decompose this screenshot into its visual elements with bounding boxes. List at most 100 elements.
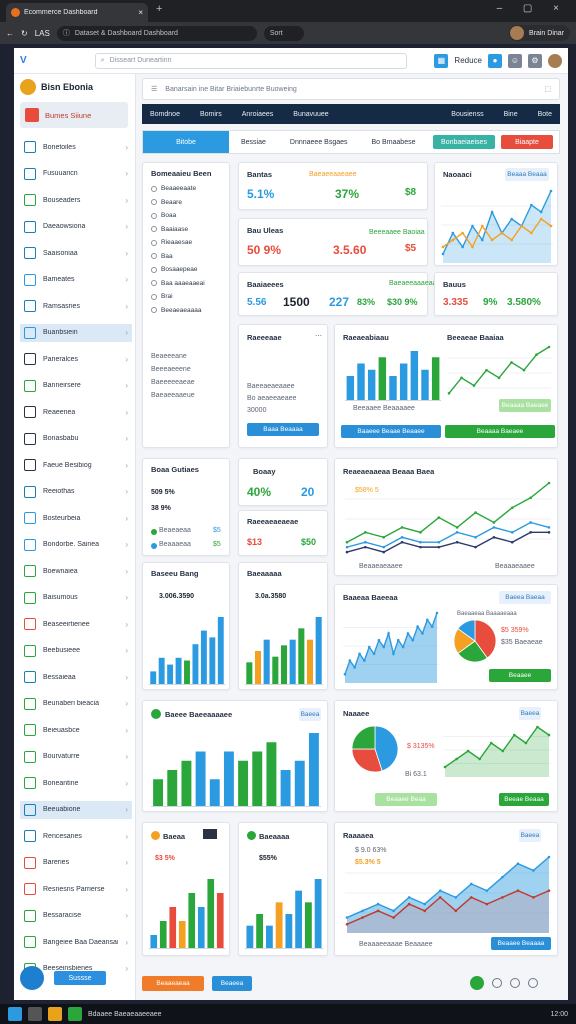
sidebar-item[interactable]: Boewnaiea › bbox=[20, 562, 132, 580]
blue-footer-button[interactable]: Beaeea bbox=[212, 976, 252, 991]
reload-icon[interactable]: ↻ bbox=[21, 29, 28, 38]
avatar[interactable] bbox=[548, 53, 562, 68]
sidebar-item[interactable]: Beeuabione › bbox=[20, 800, 132, 819]
list-item[interactable]: Beaaeeaate bbox=[151, 185, 196, 192]
green-button[interactable]: Beaaee bbox=[489, 669, 551, 682]
dropdown-button[interactable]: Baaeee Beaae Beaaee bbox=[341, 425, 441, 438]
app-search-input[interactable]: ⌕ Disseart Duneartinn bbox=[94, 52, 407, 69]
sidebar-item[interactable]: Beunaberi bieacia › bbox=[20, 695, 132, 713]
radio-icon[interactable] bbox=[151, 253, 157, 259]
blue-button[interactable]: Beaaee Beaaaa bbox=[491, 937, 551, 950]
list-item[interactable]: Boaa bbox=[151, 212, 176, 219]
sidebar-item[interactable]: Banneirsere › bbox=[20, 377, 132, 395]
period-selector[interactable]: Beaaa Beaaa bbox=[505, 168, 549, 181]
nav-right-item[interactable]: Bote bbox=[538, 111, 552, 118]
list-item[interactable]: Beeaeaeaaaa bbox=[151, 307, 202, 314]
calendar-icon[interactable] bbox=[203, 829, 217, 839]
sidebar-item[interactable]: Bessaracise › bbox=[20, 907, 132, 925]
settings-icon[interactable] bbox=[528, 978, 538, 988]
sidebar-item[interactable]: Bonetoiles › bbox=[20, 138, 132, 156]
sidebar-item[interactable]: Bameates › bbox=[20, 271, 132, 289]
nav-item[interactable]: Bomirs bbox=[200, 111, 222, 118]
sidebar-item[interactable]: Bonasbabu › bbox=[20, 430, 132, 448]
light-button[interactable]: Beaaee Beaa bbox=[375, 793, 437, 806]
sidebar-item[interactable]: Bouseaders › bbox=[20, 191, 132, 209]
sidebar-item[interactable]: Daeaowsiona › bbox=[20, 218, 132, 236]
sidebar-item[interactable]: Bessaieaa › bbox=[20, 668, 132, 686]
radio-icon[interactable] bbox=[151, 212, 157, 219]
list-item[interactable]: Brai bbox=[151, 293, 173, 300]
radio-icon[interactable] bbox=[151, 239, 157, 246]
sidebar-item[interactable]: Beieuasbce › bbox=[20, 721, 132, 739]
radio-icon[interactable] bbox=[151, 185, 157, 192]
sidebar-item[interactable]: Bosteurbeia › bbox=[20, 509, 132, 527]
nav-item[interactable]: Bunavuuee bbox=[293, 111, 328, 118]
browser-icon[interactable] bbox=[68, 1007, 82, 1021]
help-icon[interactable] bbox=[492, 978, 502, 988]
back-icon[interactable]: ← bbox=[6, 29, 14, 38]
chat-icon[interactable] bbox=[470, 976, 484, 990]
tab[interactable]: Dnnnaeee Bsgaes bbox=[278, 139, 360, 146]
sidebar-item[interactable]: Faeue Besibiog › bbox=[20, 456, 132, 474]
sidebar-item[interactable]: Beaseeirtienee › bbox=[20, 615, 132, 633]
period-selector[interactable]: Baeea bbox=[519, 829, 541, 842]
sidebar-item[interactable]: Fusuuaricn › bbox=[20, 165, 132, 183]
expand-icon[interactable]: ⬚ bbox=[544, 85, 551, 93]
secondary-field[interactable]: Sort bbox=[263, 25, 304, 41]
new-tab-icon[interactable]: + bbox=[156, 3, 162, 15]
list-item[interactable]: Baa bbox=[151, 253, 173, 260]
start-icon[interactable] bbox=[8, 1007, 22, 1021]
top-right-label[interactable]: Reduce bbox=[454, 56, 482, 65]
list-item[interactable]: Baa aaaeaaeai bbox=[151, 280, 205, 287]
sidebar-action-button[interactable]: Sussse bbox=[54, 971, 106, 985]
help-icon[interactable] bbox=[20, 966, 44, 990]
list-item[interactable]: Rieaaesae bbox=[151, 239, 192, 246]
sidebar-item[interactable]: Beebusieee › bbox=[20, 642, 132, 660]
green-button[interactable]: Beeae Beaaa bbox=[499, 793, 549, 806]
sidebar-item[interactable]: Ramsasries › bbox=[20, 297, 132, 315]
browser-tab[interactable]: Ecommerce Dashboard × bbox=[6, 3, 148, 22]
close-tab-icon[interactable]: × bbox=[138, 8, 143, 17]
radio-icon[interactable] bbox=[151, 226, 157, 232]
orange-footer-button[interactable]: Beaaeaeaa bbox=[142, 976, 204, 991]
settings-icon[interactable]: ⚙ bbox=[528, 53, 542, 68]
sidebar-item[interactable]: Bourvaturre › bbox=[20, 748, 132, 766]
list-item[interactable]: Bosaaepeae bbox=[151, 266, 198, 273]
sidebar-item[interactable]: Parieralces › bbox=[20, 350, 132, 368]
list-item[interactable]: Baaiaase bbox=[151, 226, 188, 233]
sidebar-item[interactable]: Reaeenea › bbox=[20, 403, 132, 421]
url-field[interactable]: ⓘ Dataset & Dashboard Dashboard bbox=[56, 25, 257, 41]
tab[interactable]: Bessiae bbox=[229, 139, 278, 146]
sidebar-item[interactable]: Baisumous › bbox=[20, 589, 132, 607]
sidebar-item[interactable]: Bareries › bbox=[20, 854, 132, 872]
filter-bar[interactable]: ☰ Banarsain ine Bitar Briaiebunrte Buowe… bbox=[142, 78, 560, 100]
radio-icon[interactable] bbox=[151, 293, 157, 300]
radio-icon[interactable] bbox=[151, 266, 157, 273]
teal-action-button[interactable]: Bonbaeiaeises bbox=[433, 135, 495, 149]
sidebar-item[interactable]: Boneantine › bbox=[20, 774, 132, 792]
radio-icon[interactable] bbox=[151, 280, 157, 286]
period-selector[interactable]: Baeea bbox=[519, 707, 541, 720]
tab[interactable]: Bo Bmaabese bbox=[360, 139, 428, 146]
sidebar-item[interactable]: Bangeiee Baa Daeansanes › bbox=[20, 933, 132, 951]
search-icon[interactable] bbox=[28, 1007, 42, 1021]
taskbar-app-label[interactable]: Bdaaee Baeaeaaeeaee bbox=[88, 1011, 162, 1018]
app-icon[interactable] bbox=[48, 1007, 62, 1021]
sidebar-item[interactable]: Reeiothas › bbox=[20, 483, 132, 501]
more-icon[interactable]: ⋯ bbox=[315, 332, 322, 340]
light-button[interactable]: Beaaaa Baeaee bbox=[499, 399, 551, 412]
nav-right-item[interactable]: Bine bbox=[504, 111, 518, 118]
list-item[interactable]: Beaare bbox=[151, 199, 182, 206]
radio-icon[interactable] bbox=[151, 307, 157, 313]
nav-item[interactable]: Anroiaees bbox=[242, 111, 274, 118]
green-button[interactable]: Beaaaa Baeaee bbox=[445, 425, 555, 438]
sidebar-item[interactable]: Resnesns Parrierse › bbox=[20, 880, 132, 898]
summary-button[interactable]: Baaa Beaaaa bbox=[247, 423, 319, 436]
sidebar-item[interactable]: Saaisoniaa › bbox=[20, 244, 132, 262]
sidebar-item[interactable]: Buanbsiein › bbox=[20, 323, 132, 342]
user-icon[interactable]: ☺ bbox=[508, 53, 522, 68]
nav-right-item[interactable]: Bousienss bbox=[451, 111, 483, 118]
period-selector[interactable]: Baeea bbox=[299, 708, 321, 721]
window-controls-icon[interactable]: – ▢ × bbox=[497, 3, 568, 14]
red-action-button[interactable]: Biaapte bbox=[501, 135, 553, 149]
